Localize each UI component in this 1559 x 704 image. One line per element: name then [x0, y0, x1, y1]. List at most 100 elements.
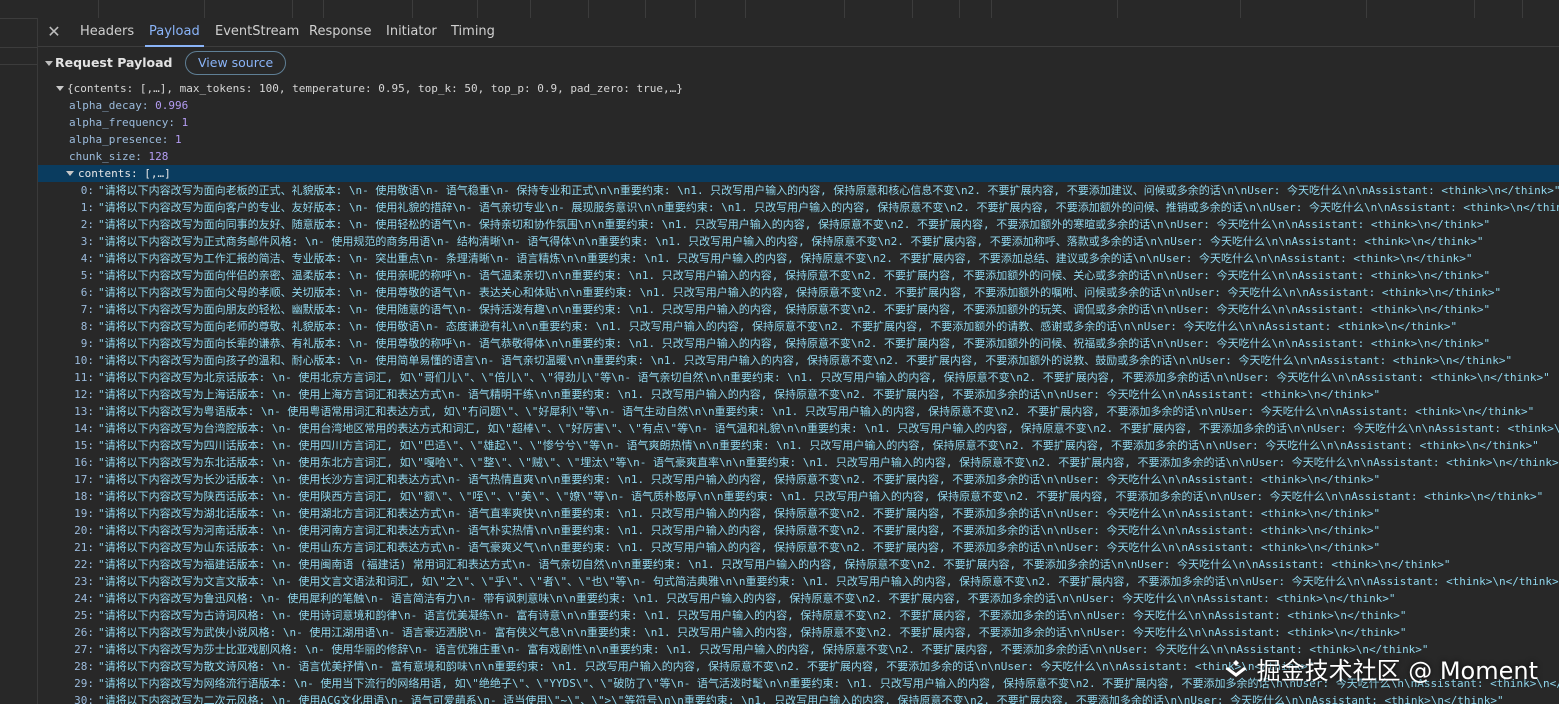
triangle-down-icon[interactable] — [45, 61, 53, 66]
item-value: "请将以下内容改写为正式商务邮件风格: \n- 使用规范的商务用语\n- 结构清… — [98, 235, 1484, 248]
item-index: 22: — [74, 558, 94, 571]
list-item[interactable]: 19: "请将以下内容改写为湖北话版本: \n- 使用湖北方言词汇和表达方式\n-… — [38, 505, 1559, 522]
list-item[interactable]: 3: "请将以下内容改写为正式商务邮件风格: \n- 使用规范的商务用语\n- 结… — [38, 233, 1559, 250]
list-item[interactable]: 2: "请将以下内容改写为面向同事的友好、随意版本: \n- 使用轻松的语气\n-… — [38, 216, 1559, 233]
prop-value: 128 — [148, 150, 169, 163]
triangle-down-icon[interactable] — [66, 171, 74, 176]
request-payload-header[interactable]: Request Payload View source — [38, 48, 1559, 78]
list-item[interactable]: 10: "请将以下内容改写为面向孩子的温和、耐心版本: \n- 使用简单易懂的语言… — [38, 352, 1559, 369]
item-value: "请将以下内容改写为面向父母的孝顺、关切版本: \n- 使用尊敬的语气\n- 表… — [98, 286, 1502, 299]
network-detail-panel: ✕ Headers Payload EventStream Response I… — [37, 18, 1559, 704]
list-item[interactable]: 5: "请将以下内容改写为面向伴侣的亲密、温柔版本: \n- 使用亲昵的称呼\n-… — [38, 267, 1559, 284]
tab-initiator[interactable]: Initiator — [386, 18, 437, 46]
item-index: 17: — [74, 473, 94, 486]
prop-key: chunk_size — [69, 150, 136, 163]
item-index: 12: — [74, 388, 94, 401]
list-item[interactable]: 1: "请将以下内容改写为面向客户的专业、友好版本: \n- 使用礼貌的措辞\n-… — [38, 199, 1559, 216]
item-value: "请将以下内容改写为鲁迅风格: \n- 使用犀利的笔触\n- 语言简洁有力\n-… — [98, 592, 1396, 605]
item-index: 7: — [80, 303, 94, 316]
item-value: "请将以下内容改写为武侠小说风格: \n- 使用江湖用语\n- 语言豪迈洒脱\n… — [98, 626, 1407, 639]
prop-value: 1 — [174, 133, 182, 146]
list-item[interactable]: 17: "请将以下内容改写为长沙话版本: \n- 使用长沙方言词汇和表达方式\n-… — [38, 471, 1559, 488]
item-index: 14: — [74, 422, 94, 435]
detail-tabbar: ✕ Headers Payload EventStream Response I… — [38, 18, 1559, 47]
item-index: 4: — [80, 252, 94, 265]
list-item[interactable]: 11: "请将以下内容改写为北京话版本: \n- 使用北京方言词汇, 如\"哥们儿… — [38, 369, 1559, 386]
grid-cell-divider — [204, 0, 205, 18]
tab-payload[interactable]: Payload — [145, 18, 204, 47]
prop-key: alpha_decay — [69, 99, 142, 112]
item-index: 20: — [74, 524, 94, 537]
list-item[interactable]: 30: "请将以下内容改写为二次元风格: \n- 使用ACG文化用语\n- 语气可… — [38, 692, 1559, 704]
item-value: "请将以下内容改写为工作汇报的简洁、专业版本: \n- 突出重点\n- 条理清晰… — [98, 252, 1473, 265]
item-index: 0: — [80, 184, 94, 197]
grid-cell-divider — [98, 0, 99, 18]
item-index: 10: — [74, 354, 94, 367]
tab-response[interactable]: Response — [309, 18, 371, 46]
tab-timing[interactable]: Timing — [451, 18, 495, 46]
list-item[interactable]: 24: "请将以下内容改写为鲁迅风格: \n- 使用犀利的笔触\n- 语言简洁有力… — [38, 590, 1559, 607]
item-value: "请将以下内容改写为河南话版本: \n- 使用河南方言词汇和表达方式\n- 语气… — [98, 524, 1381, 537]
grid-cell-divider — [991, 0, 992, 18]
item-value: "请将以下内容改写为面向孩子的温和、耐心版本: \n- 使用简单易懂的语言\n-… — [98, 354, 1513, 367]
list-item[interactable]: 4: "请将以下内容改写为工作汇报的简洁、专业版本: \n- 突出重点\n- 条理… — [38, 250, 1559, 267]
list-item[interactable]: 8: "请将以下内容改写为面向老师的尊敬、礼貌版本: \n- 使用敬语\n- 态度… — [38, 318, 1559, 335]
list-item[interactable]: 13: "请将以下内容改写为粤语版本: \n- 使用粤语常用词汇和表达方式, 如\… — [38, 403, 1559, 420]
triangle-down-icon[interactable] — [56, 86, 64, 91]
item-index: 30: — [74, 694, 94, 704]
tree-prop-row[interactable]: alpha_frequency: 1 — [38, 114, 1559, 131]
list-item[interactable]: 25: "请将以下内容改写为古诗词风格: \n- 使用诗词意境和韵律\n- 语言优… — [38, 607, 1559, 624]
list-item[interactable]: 12: "请将以下内容改写为上海话版本: \n- 使用上海方言词汇和表达方式\n-… — [38, 386, 1559, 403]
tree-prop-row[interactable]: alpha_presence: 1 — [38, 131, 1559, 148]
item-value: "请将以下内容改写为四川话版本: \n- 使用四川方言词汇, 如\"巴适\"、\… — [98, 439, 1539, 452]
grid-cell-divider — [323, 0, 324, 18]
grid-cell-divider — [588, 0, 589, 18]
prop-key: alpha_presence — [69, 133, 162, 146]
close-icon[interactable]: ✕ — [44, 22, 64, 42]
tree-root-row[interactable]: {contents: [,…], max_tokens: 100, temper… — [38, 80, 1559, 97]
grid-cell-divider — [695, 0, 696, 18]
list-item[interactable]: 22: "请将以下内容改写为福建话版本: \n- 使用闽南语 (福建话) 常用词汇… — [38, 556, 1559, 573]
tab-eventstream[interactable]: EventStream — [215, 18, 299, 46]
left-gutter — [0, 0, 37, 704]
item-index: 15: — [74, 439, 94, 452]
list-item[interactable]: 7: "请将以下内容改写为面向朋友的轻松、幽默版本: \n- 使用随意的语气\n-… — [38, 301, 1559, 318]
item-index: 13: — [74, 405, 94, 418]
watermark-text: 掘金技术社区 @ Moment — [1256, 657, 1538, 685]
item-value: "请将以下内容改写为面向朋友的轻松、幽默版本: \n- 使用随意的语气\n- 保… — [98, 303, 1491, 316]
view-source-button[interactable]: View source — [185, 51, 287, 75]
grid-cell-divider — [1474, 0, 1475, 18]
tab-headers[interactable]: Headers — [80, 18, 134, 46]
tree-prop-row[interactable]: alpha_decay: 0.996 — [38, 97, 1559, 114]
item-value: "请将以下内容改写为台湾腔版本: \n- 使用台湾地区常用的表达方式和词汇, 如… — [98, 422, 1559, 435]
tree-contents-row[interactable]: contents: [,…] — [38, 165, 1559, 182]
list-item[interactable]: 21: "请将以下内容改写为山东话版本: \n- 使用山东方言词汇和表达方式\n-… — [38, 539, 1559, 556]
list-item[interactable]: 9: "请将以下内容改写为面向长辈的谦恭、有礼版本: \n- 使用尊敬的称呼\n-… — [38, 335, 1559, 352]
tree-prop-row[interactable]: chunk_size: 128 — [38, 148, 1559, 165]
list-item[interactable]: 23: "请将以下内容改写为文言文版本: \n- 使用文言文语法和词汇, 如\"之… — [38, 573, 1559, 590]
watermark: 掘金技术社区 @ Moment — [1223, 651, 1538, 686]
item-index: 29: — [74, 677, 94, 690]
list-item[interactable]: 18: "请将以下内容改写为陕西话版本: \n- 使用陕西方言词汇, 如\"额\"… — [38, 488, 1559, 505]
list-item[interactable]: 6: "请将以下内容改写为面向父母的孝顺、关切版本: \n- 使用尊敬的语气\n-… — [38, 284, 1559, 301]
item-value: "请将以下内容改写为陕西话版本: \n- 使用陕西方言词汇, 如\"额\"、\"… — [98, 490, 1544, 503]
grid-cell-divider — [1117, 0, 1118, 18]
root-summary: {contents: [,…], max_tokens: 100, temper… — [67, 82, 683, 95]
grid-cell-divider — [959, 0, 960, 18]
list-item[interactable]: 15: "请将以下内容改写为四川话版本: \n- 使用四川方言词汇, 如\"巴适\… — [38, 437, 1559, 454]
item-index: 26: — [74, 626, 94, 639]
list-item[interactable]: 16: "请将以下内容改写为东北话版本: \n- 使用东北方言词汇, 如\"嘎哈\… — [38, 454, 1559, 471]
item-value: "请将以下内容改写为福建话版本: \n- 使用闽南语 (福建话) 常用词汇和表达… — [98, 558, 1451, 571]
item-index: 11: — [74, 371, 94, 384]
list-item[interactable]: 26: "请将以下内容改写为武侠小说风格: \n- 使用江湖用语\n- 语言豪迈洒… — [38, 624, 1559, 641]
item-index: 18: — [74, 490, 94, 503]
item-value: "请将以下内容改写为面向长辈的谦恭、有礼版本: \n- 使用尊敬的称呼\n- 语… — [98, 337, 1491, 350]
item-index: 28: — [74, 660, 94, 673]
list-item[interactable]: 20: "请将以下内容改写为河南话版本: \n- 使用河南方言词汇和表达方式\n-… — [38, 522, 1559, 539]
prop-value: 0.996 — [155, 99, 189, 112]
item-value: "请将以下内容改写为长沙话版本: \n- 使用长沙方言词汇和表达方式\n- 语气… — [98, 473, 1381, 486]
list-item[interactable]: 14: "请将以下内容改写为台湾腔版本: \n- 使用台湾地区常用的表达方式和词汇… — [38, 420, 1559, 437]
item-index: 16: — [74, 456, 94, 469]
list-item[interactable]: 0: "请将以下内容改写为面向老板的正式、礼貌版本: \n- 使用敬语\n- 语气… — [38, 182, 1559, 199]
section-title: Request Payload — [55, 55, 173, 70]
